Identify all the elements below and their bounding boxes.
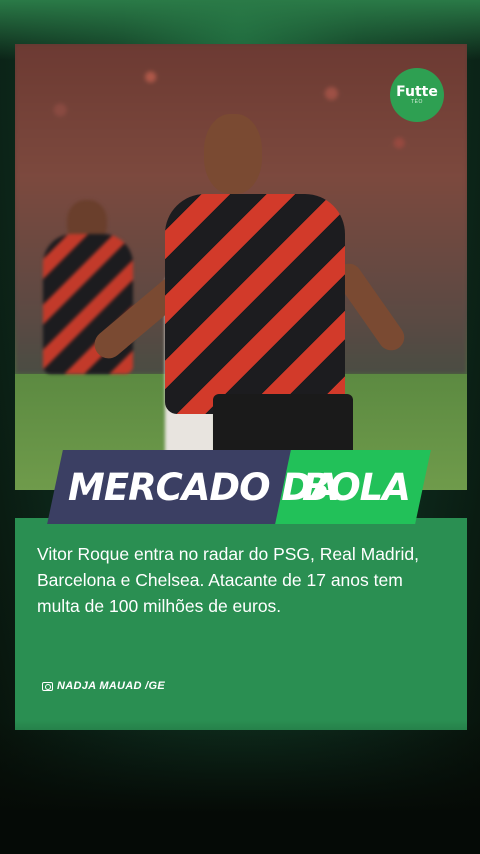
main-player-head (204, 114, 262, 194)
bottom-shade (0, 720, 480, 854)
camera-icon (42, 681, 53, 691)
photo-credit-text: NADJA MAUAD /GE (57, 680, 165, 692)
brand-logo[interactable]: Futte TÉO (390, 68, 444, 122)
brand-logo-subtext: TÉO (411, 99, 423, 105)
news-text: Vitor Roque entra no radar do PSG, Real … (37, 544, 419, 616)
main-player-jersey (165, 194, 345, 414)
banner-title-right: BOLA (302, 465, 411, 509)
post-canvas: Futte TÉO MERCADO DA BOLA Vitor Roque en… (0, 0, 480, 854)
brand-logo-text: Futte (396, 84, 438, 100)
banner-title-left: MERCADO DA (68, 465, 340, 509)
photo-credit: NADJA MAUAD /GE (42, 680, 165, 692)
